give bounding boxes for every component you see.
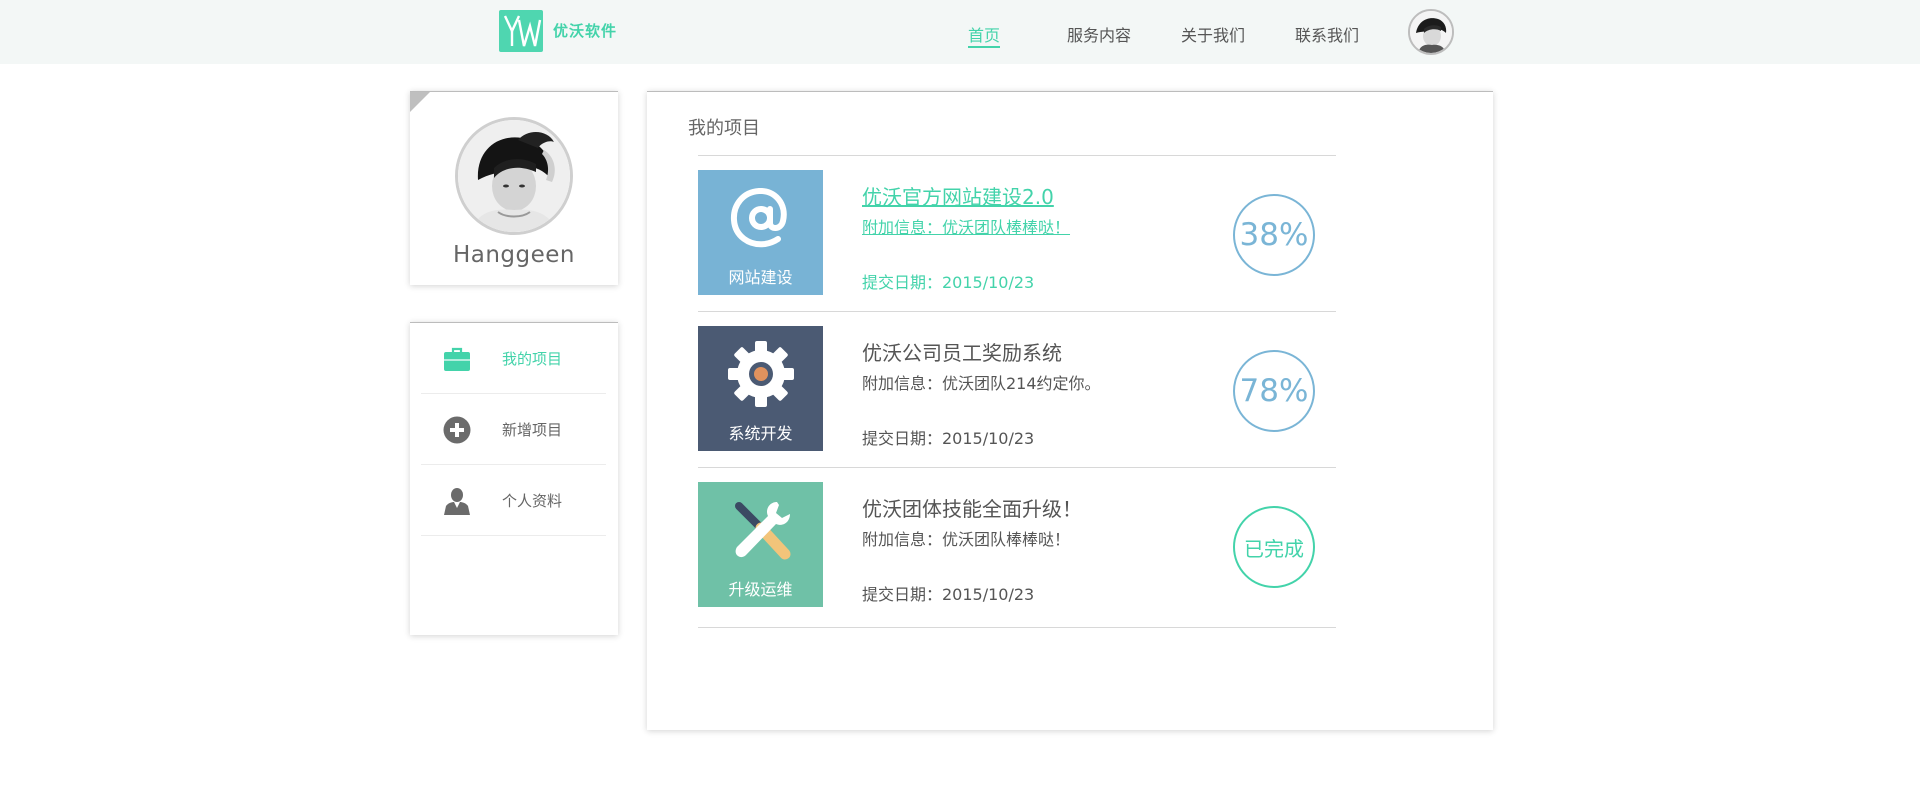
gear-icon	[725, 338, 797, 410]
briefcase-icon	[443, 345, 471, 373]
sidebar-item-profile[interactable]: 个人资料	[421, 465, 606, 536]
logo-icon[interactable]	[499, 10, 543, 52]
tile-label: 升级运维	[728, 580, 793, 599]
project-tile[interactable]: 升级运维	[698, 482, 823, 607]
plus-circle-icon	[443, 416, 471, 444]
user-icon	[443, 487, 471, 515]
project-item[interactable]: 升级运维 优沃团体技能全面升级！ 附加信息：优沃团队棒棒哒！ 提交日期：2015…	[698, 468, 1336, 628]
tile-label: 网站建设	[728, 268, 793, 287]
profile-card: Hanggeen	[410, 91, 618, 285]
project-info: 附加信息：优沃团队棒棒哒！	[862, 530, 1071, 549]
project-info: 附加信息：优沃团队214约定你。	[862, 374, 1101, 393]
project-item[interactable]: 网站建设 优沃官方网站建设2.0 附加信息：优沃团队棒棒哒！ 提交日期：2015…	[698, 156, 1336, 312]
project-title-link[interactable]: 优沃团体技能全面升级！	[862, 493, 1082, 522]
nav-contact[interactable]: 联系我们	[1295, 22, 1359, 46]
nav-about[interactable]: 关于我们	[1181, 22, 1245, 46]
sidebar-menu: 我的项目 新增项目 个人资料	[410, 322, 618, 635]
project-title-link[interactable]: 优沃官方网站建设2.0	[862, 181, 1054, 210]
tools-icon	[725, 494, 797, 566]
user-avatar[interactable]	[1408, 9, 1454, 55]
brand-name[interactable]: 优沃软件	[553, 20, 617, 41]
project-item[interactable]: 系统开发 优沃公司员工奖励系统 附加信息：优沃团队214约定你。 提交日期：20…	[698, 312, 1336, 468]
at-sign-icon	[725, 182, 797, 254]
progress-badge: 78%	[1233, 350, 1315, 432]
sidebar-item-label: 个人资料	[502, 492, 563, 510]
profile-avatar[interactable]	[455, 117, 573, 235]
corner-fold	[410, 92, 430, 112]
project-date: 提交日期：2015/10/23	[862, 585, 1035, 604]
tile-label: 系统开发	[728, 424, 793, 443]
projects-panel: 我的项目 网站建设 优沃官方网站建设2.0 附加信息：优沃团队棒棒哒！ 提交日期…	[647, 91, 1493, 730]
sidebar-item-label: 新增项目	[502, 421, 563, 439]
sidebar-item-label: 我的项目	[502, 350, 563, 368]
progress-badge: 38%	[1233, 194, 1315, 276]
project-date: 提交日期：2015/10/23	[862, 429, 1035, 448]
status-badge: 已完成	[1233, 506, 1315, 588]
panel-title: 我的项目	[688, 118, 760, 139]
project-tile[interactable]: 网站建设	[698, 170, 823, 295]
sidebar-item-new-project[interactable]: 新增项目	[421, 394, 606, 465]
project-date: 提交日期：2015/10/23	[862, 273, 1035, 292]
nav-services[interactable]: 服务内容	[1067, 22, 1131, 46]
sidebar-item-my-projects[interactable]: 我的项目	[421, 323, 606, 394]
project-list: 网站建设 优沃官方网站建设2.0 附加信息：优沃团队棒棒哒！ 提交日期：2015…	[698, 155, 1336, 628]
project-tile[interactable]: 系统开发	[698, 326, 823, 451]
top-header: 优沃软件 首页 服务内容 关于我们 联系我们	[0, 0, 1920, 64]
nav-home[interactable]: 首页	[968, 22, 1001, 48]
profile-name: Hanggeen	[452, 242, 576, 268]
project-title-link[interactable]: 优沃公司员工奖励系统	[862, 337, 1062, 366]
project-info[interactable]: 附加信息：优沃团队棒棒哒！	[862, 214, 1070, 238]
